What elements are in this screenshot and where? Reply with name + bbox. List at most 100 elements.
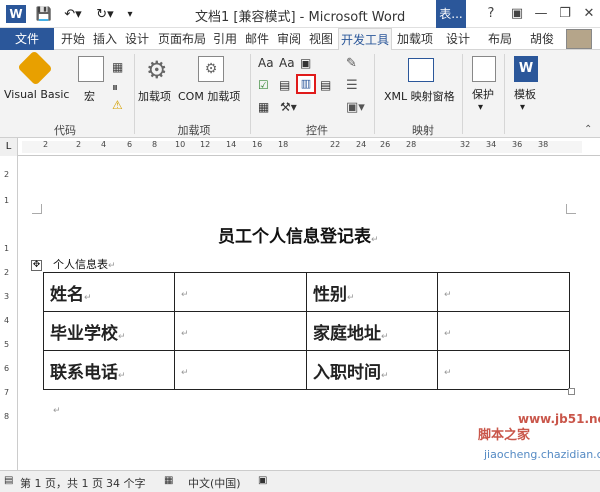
ruler-tick: 18 bbox=[278, 140, 289, 149]
tab-table-layout[interactable]: 布局 bbox=[484, 28, 516, 50]
addins-button[interactable]: 加载项 bbox=[138, 88, 171, 104]
tab-selector[interactable]: L bbox=[0, 138, 18, 156]
vruler-tick: 3 bbox=[4, 292, 10, 301]
table-caption[interactable]: 个人信息表↵ bbox=[53, 256, 116, 272]
properties-icon[interactable]: ☰ bbox=[346, 78, 358, 93]
building-block-control-icon[interactable]: ▦ bbox=[258, 100, 269, 114]
tab-view[interactable]: 视图 bbox=[306, 28, 336, 50]
undo-icon[interactable]: ↶▾ bbox=[60, 4, 86, 24]
rich-text-control-icon[interactable]: Aa bbox=[258, 56, 274, 70]
page-count[interactable]: 第 1 页，共 1 页 bbox=[20, 475, 103, 491]
tab-page-layout[interactable]: 页面布局 bbox=[156, 28, 208, 50]
avatar[interactable] bbox=[566, 29, 592, 49]
macro-record-icon[interactable]: ▣ bbox=[258, 475, 267, 486]
watermark-url: jiaocheng.chazidian.com bbox=[484, 448, 600, 461]
table-tools-context-tab[interactable]: 表... bbox=[436, 0, 466, 28]
pause-recording-icon[interactable]: ⏸ bbox=[112, 80, 118, 95]
tab-developer[interactable]: 开发工具 bbox=[338, 28, 392, 50]
ruler-tick: 32 bbox=[460, 140, 471, 149]
picture-control-icon[interactable]: ▣ bbox=[300, 56, 311, 70]
close-button[interactable]: ✕ bbox=[578, 4, 600, 24]
table-cell-value[interactable]: ↵ bbox=[174, 311, 307, 351]
tab-file[interactable]: 文件 bbox=[0, 28, 54, 50]
table-cell-label[interactable]: 入职时间↵ bbox=[306, 350, 438, 390]
group-icon[interactable]: ▣▾ bbox=[346, 100, 365, 115]
table-cell-label[interactable]: 姓名↵ bbox=[43, 272, 175, 312]
tab-addins[interactable]: 加载项 bbox=[394, 28, 436, 50]
separator bbox=[374, 54, 375, 134]
xml-mapping-pane-button[interactable]: XML 映射窗格 bbox=[384, 88, 455, 104]
template-button[interactable]: 模板 bbox=[514, 86, 536, 102]
document-page[interactable]: 员工个人信息登记表↵ ✥ 个人信息表↵ 姓名↵ ↵ 性别↵ ↵ 毕业学校↵ ↵ … bbox=[18, 156, 600, 470]
table-cell-label[interactable]: 联系电话↵ bbox=[43, 350, 175, 390]
save-icon[interactable]: 💾 bbox=[34, 4, 54, 24]
table-cell-label[interactable]: 家庭地址↵ bbox=[306, 311, 438, 351]
table-cell-label[interactable]: 毕业学校↵ bbox=[43, 311, 175, 351]
macros-button[interactable]: 宏 bbox=[84, 88, 95, 104]
ruler-tick: 22 bbox=[330, 140, 341, 149]
minimize-button[interactable]: — bbox=[530, 4, 552, 24]
document-stats-icon[interactable]: ▤ bbox=[4, 475, 13, 486]
tab-home[interactable]: 开始 bbox=[58, 28, 88, 50]
template-dropdown-icon[interactable]: ▾ bbox=[520, 102, 525, 113]
table-row: 毕业学校↵ ↵ 家庭地址↵ ↵ bbox=[43, 311, 570, 351]
protect-dropdown-icon[interactable]: ▾ bbox=[478, 102, 483, 113]
dropdown-control-icon[interactable]: ▥ bbox=[296, 74, 316, 94]
ribbon-display-icon[interactable]: ▣ bbox=[506, 4, 528, 24]
table-cell-value[interactable]: ↵ bbox=[437, 311, 570, 351]
ruler-tick: 34 bbox=[486, 140, 497, 149]
ruler-tick: 6 bbox=[127, 140, 133, 149]
vruler-tick: 8 bbox=[4, 412, 10, 421]
table-cell-value[interactable]: ↵ bbox=[174, 272, 307, 312]
com-addins-icon: ⚙ bbox=[198, 56, 224, 82]
help-button[interactable]: ? bbox=[480, 4, 502, 24]
user-name[interactable]: 胡俊 bbox=[524, 28, 560, 50]
table-cell-label[interactable]: 性别↵ bbox=[306, 272, 438, 312]
plain-text-control-icon[interactable]: Aa bbox=[279, 56, 295, 70]
visual-basic-button[interactable]: Visual Basic bbox=[4, 88, 69, 101]
com-addins-button[interactable]: COM 加载项 bbox=[178, 88, 240, 104]
word-count[interactable]: 34 个字 bbox=[106, 475, 146, 491]
ruler-tick: 8 bbox=[152, 140, 158, 149]
date-picker-control-icon[interactable]: ▤ bbox=[320, 78, 331, 92]
proofing-icon[interactable]: ▦ bbox=[164, 475, 173, 486]
addins-gear-icon: ⚙ bbox=[146, 56, 168, 84]
tab-mailings[interactable]: 邮件 bbox=[242, 28, 272, 50]
table-resize-handle[interactable] bbox=[568, 388, 575, 395]
tab-review[interactable]: 审阅 bbox=[274, 28, 304, 50]
tab-references[interactable]: 引用 bbox=[210, 28, 240, 50]
horizontal-ruler[interactable]: L 2 2 4 6 8 10 12 14 16 18 22 24 26 28 3… bbox=[0, 138, 600, 156]
ribbon-tabs: 文件 开始 插入 设计 页面布局 引用 邮件 审阅 视图 开发工具 加载项 设计… bbox=[0, 28, 600, 50]
table-cell-value[interactable]: ↵ bbox=[437, 272, 570, 312]
ruler-tick: 2 bbox=[43, 140, 49, 149]
info-table: 姓名↵ ↵ 性别↵ ↵ 毕业学校↵ ↵ 家庭地址↵ ↵ 联系电话↵ ↵ 入职时间… bbox=[43, 272, 570, 390]
tab-table-design[interactable]: 设计 bbox=[442, 28, 474, 50]
vertical-ruler[interactable]: 2 1 1 2 3 4 5 6 7 8 bbox=[0, 156, 18, 470]
xml-mapping-icon bbox=[408, 58, 434, 82]
document-title[interactable]: 员工个人信息登记表↵ bbox=[218, 222, 379, 247]
table-cell-value[interactable]: ↵ bbox=[437, 350, 570, 390]
collapse-ribbon-icon[interactable]: ⌃ bbox=[584, 124, 592, 135]
combo-box-control-icon[interactable]: ▤ bbox=[279, 78, 290, 92]
restore-button[interactable]: ❐ bbox=[554, 4, 576, 24]
ruler-tick: 12 bbox=[200, 140, 211, 149]
legacy-tools-icon[interactable]: ⚒▾ bbox=[280, 100, 297, 114]
customize-qat-icon[interactable]: ▾ bbox=[122, 4, 138, 24]
macro-security-icon[interactable]: ⚠ bbox=[112, 98, 123, 112]
macro-icon bbox=[78, 56, 104, 82]
tab-insert[interactable]: 插入 bbox=[90, 28, 120, 50]
table-cell-value[interactable]: ↵ bbox=[174, 350, 307, 390]
design-mode-icon[interactable]: ✎ bbox=[346, 56, 357, 71]
language-indicator[interactable]: 中文(中国) bbox=[188, 475, 241, 491]
tab-design[interactable]: 设计 bbox=[122, 28, 152, 50]
checkbox-control-icon[interactable]: ☑ bbox=[258, 78, 269, 92]
paragraph-mark: ↵ bbox=[53, 406, 61, 416]
protect-button[interactable]: 保护 bbox=[472, 86, 494, 102]
redo-icon[interactable]: ↻▾ bbox=[92, 4, 118, 24]
status-bar: ▤ 第 1 页，共 1 页 34 个字 ▦ 中文(中国) ▣ bbox=[0, 470, 600, 492]
record-macro-icon[interactable]: ▦ bbox=[112, 60, 123, 74]
table-move-handle-icon[interactable]: ✥ bbox=[31, 260, 42, 271]
ribbon: Visual Basic 宏 ▦ ⏸ ⚠ 代码 ⚙ 加载项 ⚙ COM 加载项 … bbox=[0, 50, 600, 138]
vruler-tick: 5 bbox=[4, 340, 10, 349]
ruler-tick: 16 bbox=[252, 140, 263, 149]
